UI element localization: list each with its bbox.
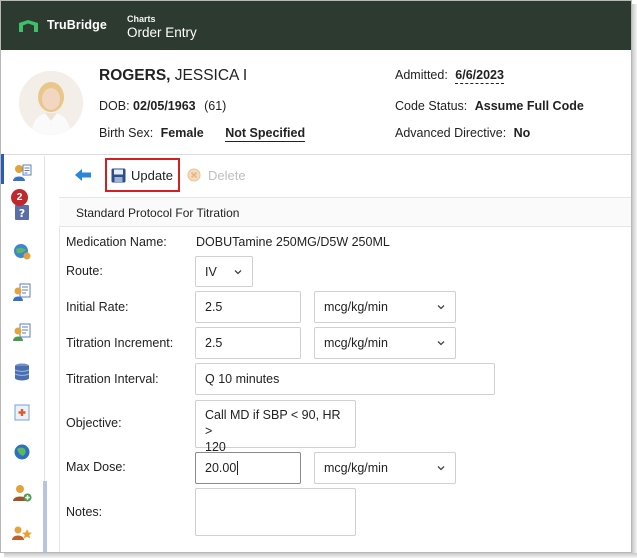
objective-label: Objective: [66,416,122,430]
globe-icon[interactable] [11,441,33,463]
patient-first-name: JESSICA I [174,67,248,84]
initial-rate-unit-value: mcg/kg/min [324,300,388,314]
rail-scrollbar[interactable] [43,481,47,552]
delete-button-label: Delete [208,168,246,183]
patient-avatar [19,71,83,135]
dob-row: DOB: 02/05/1963 (61) [99,99,226,113]
breadcrumb-parent[interactable]: Charts [127,14,156,24]
titration-interval-value: Q 10 minutes [205,372,280,386]
patient-last-name: ROGERS, [99,67,171,84]
orders-person-icon[interactable] [1,154,33,184]
page-title: Order Entry [127,25,197,40]
advanced-directive-value: No [513,126,531,140]
initial-rate-input[interactable]: 2.5 [195,291,301,323]
patient-header: ROGERS, JESSICA I DOB: 02/05/1963 (61) B… [1,50,631,155]
delete-button[interactable]: Delete [187,166,257,188]
update-button[interactable]: Update [105,158,180,192]
code-status-row: Code Status: Assume Full Code [395,99,584,113]
max-dose-value: 20.00 [205,461,237,475]
objective-line-1: Call MD if SBP < 90, HR > [205,408,341,438]
initial-rate-value: 2.5 [205,300,223,314]
titration-interval-label: Titration Interval: [66,372,159,386]
medical-doc-icon[interactable] [11,401,33,423]
titration-increment-unit-value: mcg/kg/min [324,336,388,350]
person-doc-icon[interactable] [11,281,33,303]
gender-identity-link[interactable]: Not Specified [225,126,306,142]
dob-value: 02/05/1963 [133,99,196,113]
trubridge-logo-icon [19,20,38,32]
birth-sex-label: Birth Sex: [99,126,154,140]
database-icon[interactable] [11,361,33,383]
window-shadow-right [632,4,637,558]
chevron-down-icon [437,466,445,471]
text-cursor [237,461,239,475]
titration-increment-value: 2.5 [205,336,223,350]
route-select-value: IV [205,265,217,279]
patient-name: ROGERS, JESSICA I [99,67,247,85]
initial-rate-label: Initial Rate: [66,300,129,314]
medication-name-label: Medication Name: [66,235,167,249]
update-button-label: Update [131,168,173,183]
code-status-label: Code Status: [395,99,468,113]
medication-name-value: DOBUTamine 250MG/D5W 250ML [196,235,390,249]
admitted-row: Admitted: 6/6/2023 [395,68,504,84]
max-dose-unit-value: mcg/kg/min [324,461,388,475]
initial-rate-unit-select[interactable]: mcg/kg/min [314,291,456,323]
admitted-date-link[interactable]: 6/6/2023 [455,68,504,84]
route-label: Route: [66,264,103,278]
chevron-down-icon [437,305,445,310]
app-window: TruBridge Charts Order Entry ROGERS, JES… [0,0,632,553]
delete-icon [187,168,201,182]
chevron-down-icon [234,270,242,275]
birth-sex-value: Female [160,126,204,140]
titration-increment-input[interactable]: 2.5 [195,327,301,359]
advanced-directive-row: Advanced Directive: No [395,126,530,140]
window-shadow-bottom [4,553,637,558]
save-icon [111,168,126,183]
notes-label: Notes: [66,505,103,519]
top-bar: TruBridge Charts Order Entry [1,1,631,50]
titration-interval-input[interactable]: Q 10 minutes [195,363,495,395]
route-select[interactable]: IV [195,256,253,287]
admitted-label: Admitted: [395,68,448,82]
advanced-directive-label: Advanced Directive: [395,126,507,140]
notification-badge: 2 [11,189,28,206]
dob-label: DOB: [99,99,130,113]
objective-textarea[interactable]: Call MD if SBP < 90, HR > 120 [195,400,356,454]
titration-increment-label: Titration Increment: [66,336,174,350]
svg-text:?: ? [19,207,25,220]
titration-increment-unit-select[interactable]: mcg/kg/min [314,327,456,359]
section-title: Standard Protocol For Titration [76,206,240,220]
max-dose-input[interactable]: 20.00 [195,452,301,484]
section-header: Standard Protocol For Titration [59,197,631,227]
section-left-border [59,227,60,552]
max-dose-label: Max Dose: [66,460,126,474]
birth-sex-row: Birth Sex: Female Not Specified [99,126,306,142]
person-doc-2-icon[interactable] [11,321,33,343]
form-toolbar: Update Delete [59,158,631,193]
chevron-down-icon [437,341,445,346]
code-status-value: Assume Full Code [474,99,584,113]
user-add-icon[interactable] [11,482,33,504]
back-arrow-icon[interactable] [74,167,92,183]
max-dose-unit-select[interactable]: mcg/kg/min [314,452,456,484]
age-value: (61) [204,99,227,113]
globe-person-icon[interactable] [11,240,33,262]
favorites-icon[interactable] [11,521,33,543]
notes-textarea[interactable] [195,488,356,536]
brand-name: TruBridge [47,18,107,32]
